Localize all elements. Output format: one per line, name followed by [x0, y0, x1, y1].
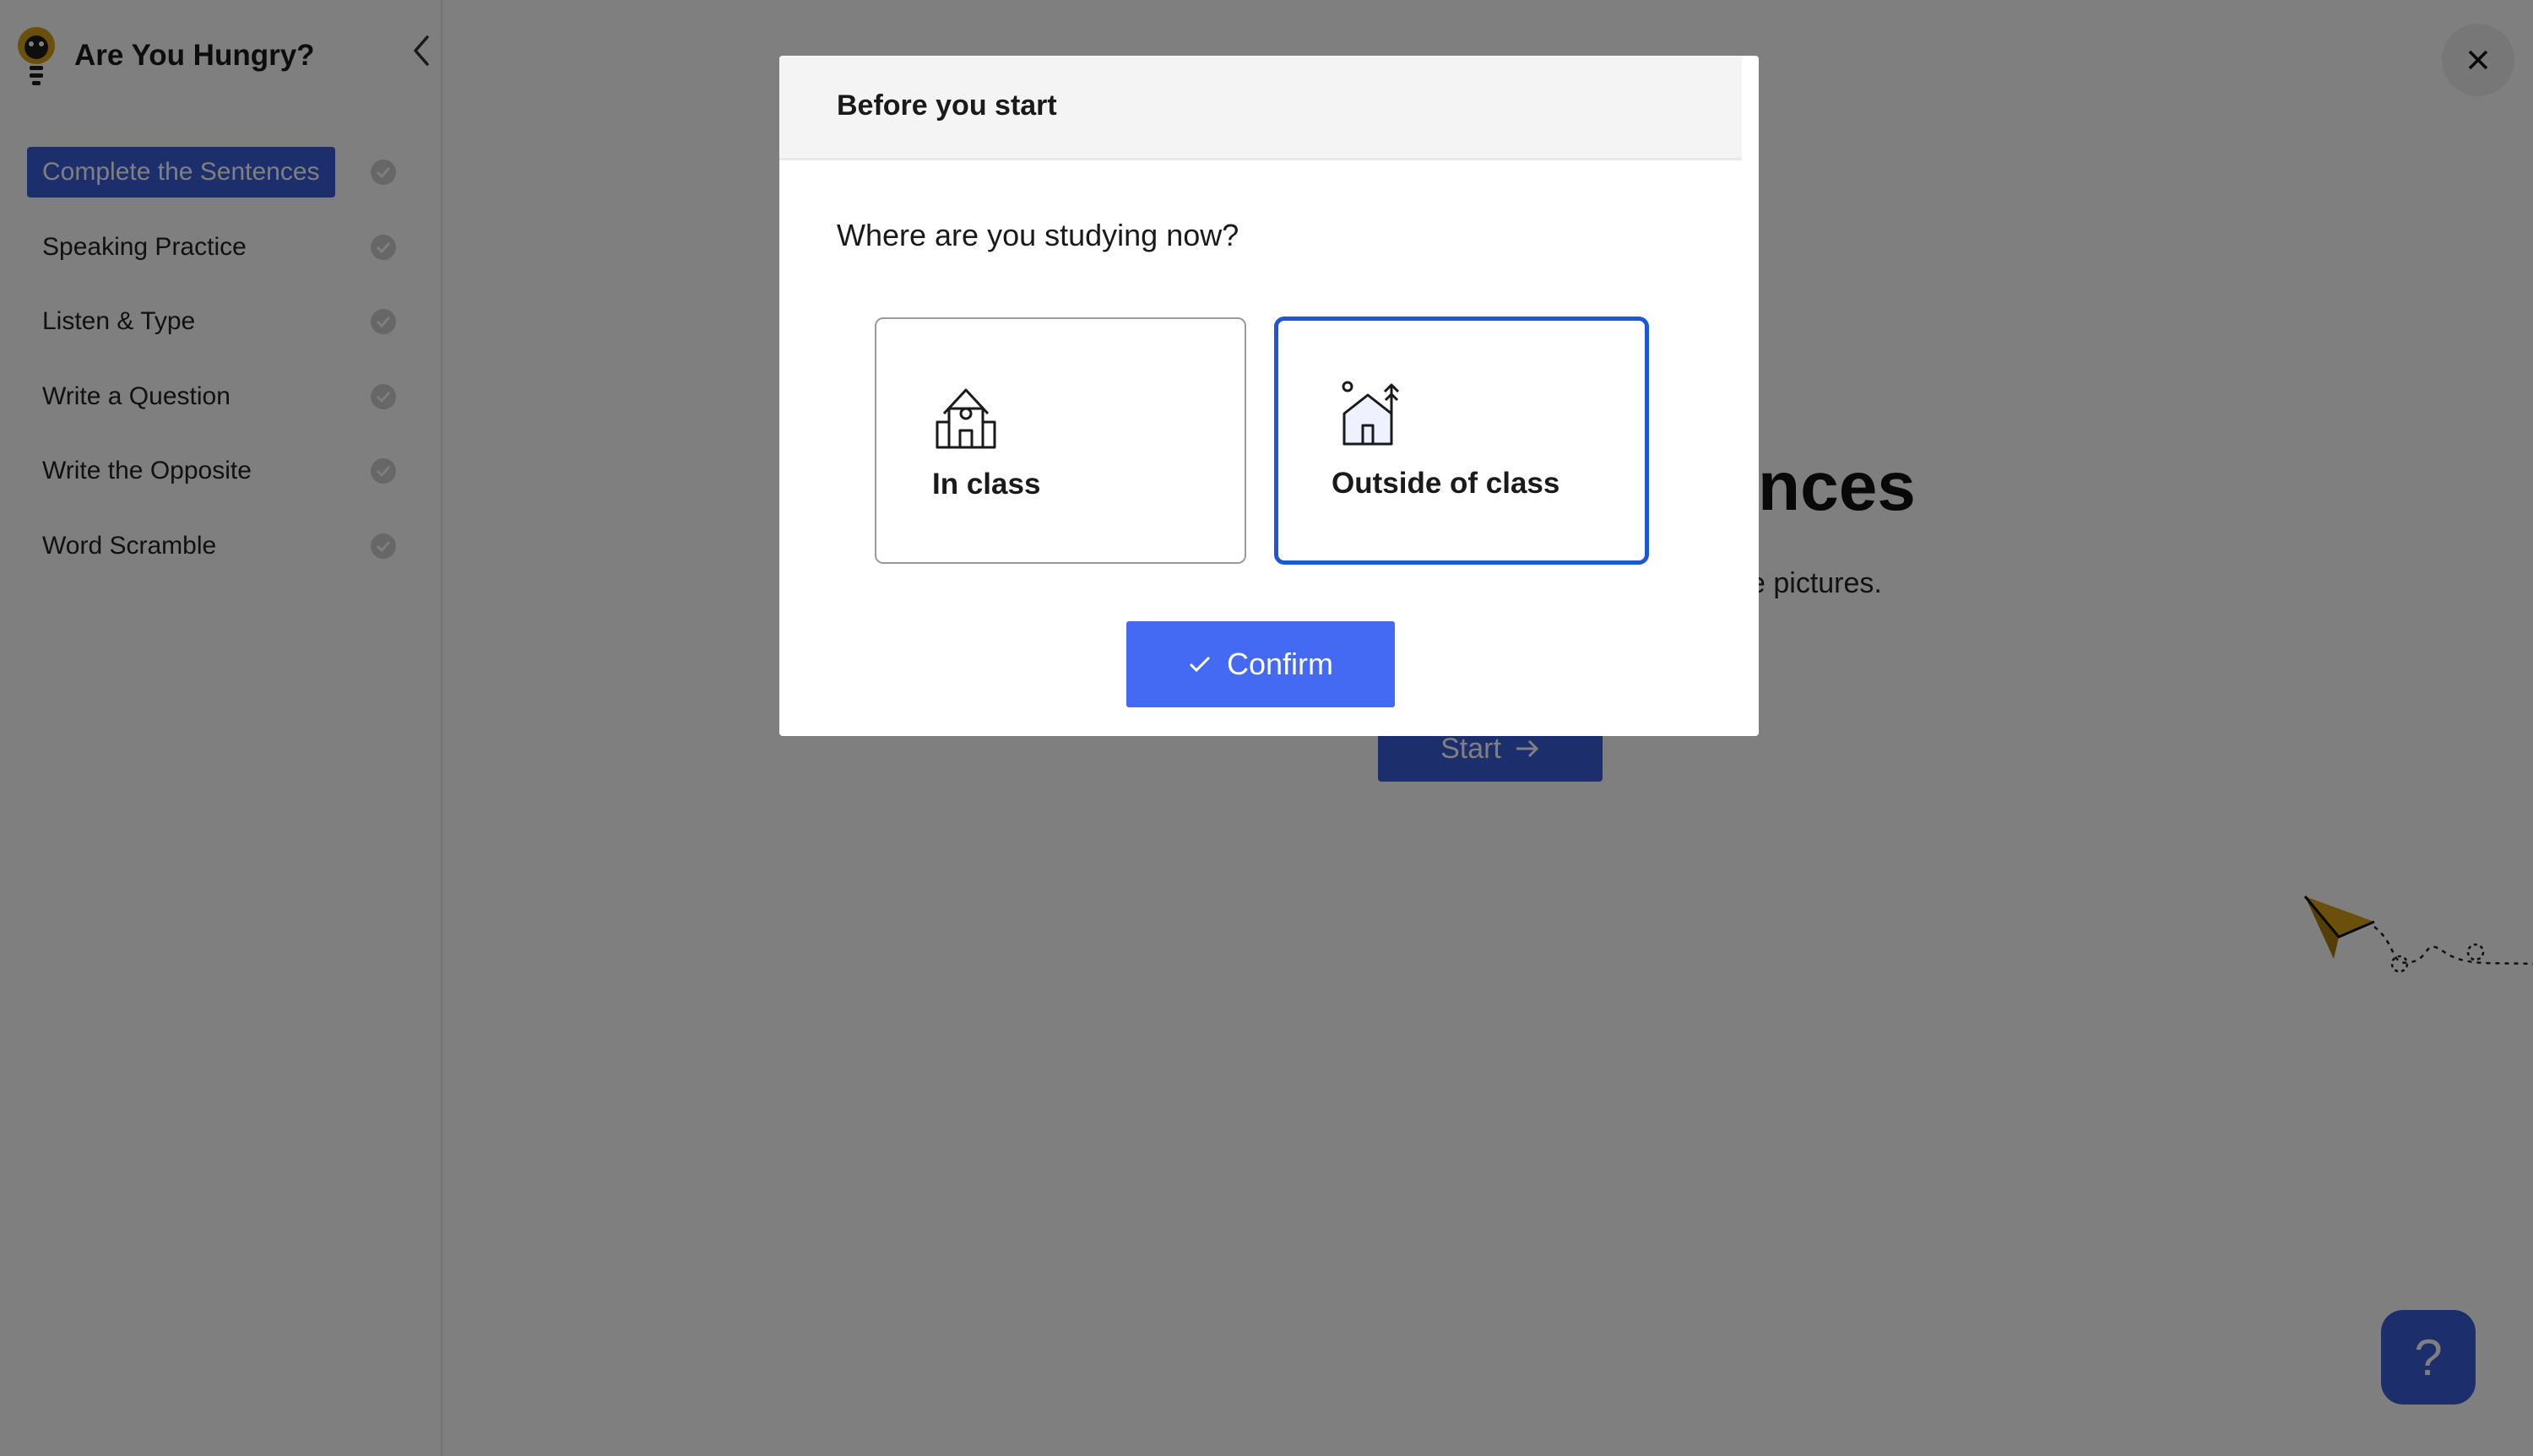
dialog-title: Before you start — [837, 89, 1057, 122]
study-location-dialog: Before you start Where are you studying … — [779, 56, 1759, 736]
school-building-icon — [936, 388, 996, 449]
option-label: Outside of class — [1332, 467, 1560, 500]
dialog-header: Before you start — [779, 56, 1742, 160]
option-label: In class — [932, 468, 1041, 501]
option-in-class[interactable]: In class — [875, 317, 1246, 564]
option-outside-of-class[interactable]: Outside of class — [1274, 317, 1649, 565]
confirm-button[interactable]: Confirm — [1126, 621, 1395, 707]
house-outdoors-icon — [1342, 381, 1400, 446]
confirm-button-label: Confirm — [1226, 647, 1334, 681]
checkmark-icon — [1189, 656, 1211, 673]
dialog-question: Where are you studying now? — [837, 218, 1239, 252]
